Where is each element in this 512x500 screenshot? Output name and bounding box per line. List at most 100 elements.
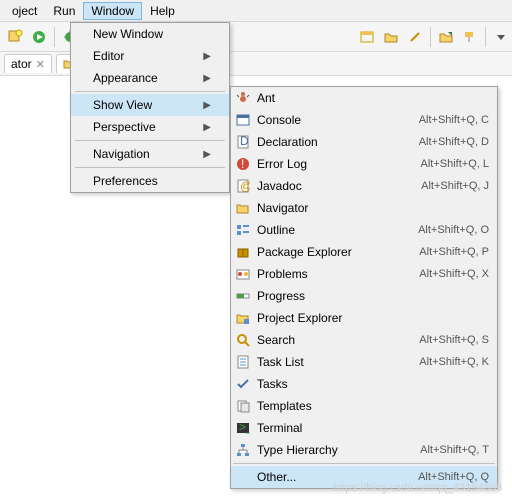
tasks-icon <box>235 376 251 392</box>
view-item-package-explorer[interactable]: Package Explorer Alt+Shift+Q, P <box>231 241 497 263</box>
menu-help[interactable]: Help <box>142 2 183 20</box>
menu-item-label: Perspective <box>93 120 156 134</box>
view-item-javadoc[interactable]: @ Javadoc Alt+Shift+Q, J <box>231 175 497 197</box>
svg-text:@: @ <box>240 179 250 193</box>
progress-icon <box>235 288 251 304</box>
view-item-outline[interactable]: Outline Alt+Shift+Q, O <box>231 219 497 241</box>
shortcut-label: Alt+Shift+Q, P <box>419 246 489 258</box>
shortcut-label: Alt+Shift+Q, L <box>421 158 489 170</box>
shortcut-label: Alt+Shift+Q, D <box>419 136 489 148</box>
menu-separator <box>75 167 225 168</box>
javadoc-icon: @ <box>235 178 251 194</box>
typeh-icon <box>235 442 251 458</box>
paint-icon[interactable] <box>459 26 481 48</box>
menu-item-label: New Window <box>93 27 163 41</box>
tab-navigator[interactable]: ator ✕ <box>4 54 52 73</box>
templates-icon <box>235 398 251 414</box>
shortcut-label: Alt+Shift+Q, C <box>419 114 489 126</box>
view-item-type-hierarchy[interactable]: Type Hierarchy Alt+Shift+Q, T <box>231 439 497 461</box>
open-type-icon[interactable] <box>356 26 378 48</box>
folder-open-icon[interactable] <box>380 26 402 48</box>
menu-separator <box>75 91 225 92</box>
view-item-label: Javadoc <box>257 179 415 193</box>
terminal-icon: >_ <box>235 420 251 436</box>
view-item-label: Task List <box>257 355 413 369</box>
view-item-templates[interactable]: Templates <box>231 395 497 417</box>
menu-item-editor[interactable]: Editor▶ <box>71 45 229 67</box>
pkg-icon <box>235 244 251 260</box>
toolbar-separator <box>54 27 55 47</box>
submenu-arrow-icon: ▶ <box>203 149 211 160</box>
outline-icon <box>235 222 251 238</box>
view-item-ant[interactable]: Ant <box>231 87 497 109</box>
view-item-navigator[interactable]: Navigator <box>231 197 497 219</box>
search-icon <box>235 332 251 348</box>
menu-item-label: Preferences <box>93 174 158 188</box>
menu-separator <box>75 140 225 141</box>
toolbar-separator <box>485 27 486 47</box>
view-item-label: Progress <box>257 289 483 303</box>
menu-item-show-view[interactable]: Show View▶ <box>71 94 229 116</box>
menu-item-navigation[interactable]: Navigation ▶ <box>71 143 229 165</box>
window-menu-dropdown: New WindowEditor▶Appearance▶Show View▶Pe… <box>70 22 230 193</box>
svg-text:>_: >_ <box>239 421 250 434</box>
view-item-console[interactable]: ConsoleAlt+Shift+Q, C <box>231 109 497 131</box>
view-item-tasks[interactable]: Tasks <box>231 373 497 395</box>
view-item-task-list[interactable]: Task List Alt+Shift+Q, K <box>231 351 497 373</box>
view-item-label: Other... <box>257 470 412 484</box>
view-item-label: Outline <box>257 223 412 237</box>
menu-item-label: Navigation <box>93 147 150 161</box>
menu-item-new-window[interactable]: New Window <box>71 23 229 45</box>
view-item-declaration[interactable]: DDeclarationAlt+Shift+Q, D <box>231 131 497 153</box>
project-icon <box>235 310 251 326</box>
tab-label: ator <box>11 57 32 71</box>
folder-nav-icon[interactable] <box>435 26 457 48</box>
submenu-arrow-icon: ▶ <box>203 100 211 111</box>
view-item-search[interactable]: SearchAlt+Shift+Q, S <box>231 329 497 351</box>
shortcut-label: Alt+Shift+Q, S <box>419 334 489 346</box>
problems-icon <box>235 266 251 282</box>
show-view-submenu: Ant ConsoleAlt+Shift+Q, CDDeclarationAlt+… <box>230 86 498 489</box>
menu-project[interactable]: oject <box>4 2 45 20</box>
view-item-problems[interactable]: ProblemsAlt+Shift+Q, X <box>231 263 497 285</box>
view-item-label: Package Explorer <box>257 245 413 259</box>
ant-icon <box>235 90 251 106</box>
view-item-other-[interactable]: Other...Alt+Shift+Q, Q <box>231 466 497 488</box>
blank-icon <box>235 469 251 485</box>
svg-text:!: ! <box>241 157 244 171</box>
view-item-label: Templates <box>257 399 483 413</box>
menu-separator <box>233 463 495 464</box>
view-item-progress[interactable]: Progress <box>231 285 497 307</box>
shortcut-label: Alt+Shift+Q, T <box>420 444 489 456</box>
view-item-label: Type Hierarchy <box>257 443 414 457</box>
menubar: oject Run Window Help <box>0 0 512 22</box>
view-item-terminal[interactable]: >_ Terminal <box>231 417 497 439</box>
svg-text:D: D <box>240 135 249 148</box>
view-item-label: Project Explorer <box>257 311 483 325</box>
view-item-error-log[interactable]: ! Error Log Alt+Shift+Q, L <box>231 153 497 175</box>
pin-icon[interactable] <box>404 26 426 48</box>
declaration-icon: D <box>235 134 251 150</box>
close-icon[interactable]: ✕ <box>36 58 45 71</box>
view-item-label: Terminal <box>257 421 483 435</box>
menu-item-label: Editor <box>93 49 124 63</box>
view-item-project-explorer[interactable]: Project Explorer <box>231 307 497 329</box>
menu-item-preferences[interactable]: Preferences <box>71 170 229 192</box>
dropdown-arrow-icon[interactable] <box>490 26 512 48</box>
shortcut-label: Alt+Shift+Q, K <box>419 356 489 368</box>
navigator-icon <box>235 200 251 216</box>
submenu-arrow-icon: ▶ <box>203 73 211 84</box>
new-wizard-icon[interactable] <box>4 26 26 48</box>
view-item-label: Error Log <box>257 157 415 171</box>
view-item-label: Ant <box>257 91 483 105</box>
menu-item-appearance[interactable]: Appearance ▶ <box>71 67 229 89</box>
run-icon[interactable] <box>28 26 50 48</box>
tasklist-icon <box>235 354 251 370</box>
shortcut-label: Alt+Shift+Q, J <box>421 180 489 192</box>
menu-run[interactable]: Run <box>45 2 83 20</box>
shortcut-label: Alt+Shift+Q, O <box>418 224 489 236</box>
menu-window[interactable]: Window <box>83 2 142 20</box>
submenu-arrow-icon: ▶ <box>203 122 211 133</box>
menu-item-label: Appearance <box>93 71 158 85</box>
menu-item-perspective[interactable]: Perspective ▶ <box>71 116 229 138</box>
